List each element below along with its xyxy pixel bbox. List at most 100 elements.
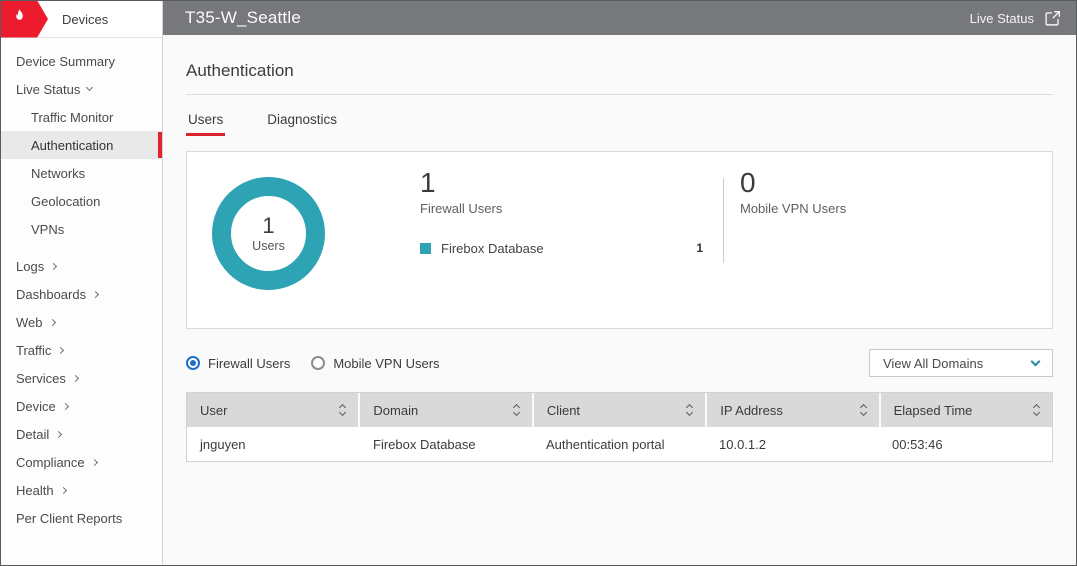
- sidebar-item-dashboards[interactable]: Dashboards: [1, 280, 162, 308]
- sidebar-item-label: Geolocation: [31, 194, 100, 209]
- column-header-domain[interactable]: Domain: [360, 393, 533, 427]
- sort-icon[interactable]: [1034, 405, 1039, 415]
- sidebar-item-traffic[interactable]: Traffic: [1, 336, 162, 364]
- mobile-vpn-users-summary: 0 Mobile VPN Users: [740, 168, 846, 216]
- devices-breadcrumb[interactable]: Devices: [62, 12, 108, 27]
- donut-total-label: Users: [252, 239, 285, 253]
- chevron-right-icon: [72, 374, 79, 381]
- sidebar-item-label: Web: [16, 315, 43, 330]
- cell-user: jnguyen: [187, 437, 360, 452]
- sidebar-item-logs[interactable]: Logs: [1, 252, 162, 280]
- sidebar-item-label: Networks: [31, 166, 85, 181]
- sort-icon[interactable]: [861, 405, 866, 415]
- chevron-right-icon: [48, 318, 55, 325]
- cell-client: Authentication portal: [533, 437, 706, 452]
- sidebar-item-web[interactable]: Web: [1, 308, 162, 336]
- page-title: Authentication: [186, 61, 1053, 95]
- sidebar: Devices Device Summary Live Status Traff…: [1, 1, 163, 565]
- sort-icon[interactable]: [514, 405, 519, 415]
- sidebar-item-label: Traffic: [16, 343, 51, 358]
- radio-firewall-users[interactable]: Firewall Users: [186, 356, 290, 371]
- table-row[interactable]: jnguyen Firebox Database Authentication …: [187, 427, 1052, 461]
- donut-total-count: 1: [262, 214, 274, 238]
- column-header-user[interactable]: User: [187, 393, 360, 427]
- sidebar-item-label: Detail: [16, 427, 49, 442]
- firewall-users-summary: 1 Firewall Users Firebox Database 1: [420, 168, 703, 256]
- view-all-domains-select[interactable]: View All Domains: [869, 349, 1053, 377]
- column-header-label: Client: [547, 403, 580, 418]
- chevron-right-icon: [62, 402, 69, 409]
- sidebar-item-label: VPNs: [31, 222, 64, 237]
- radio-label: Firewall Users: [208, 356, 290, 371]
- sidebar-item-compliance[interactable]: Compliance: [1, 448, 162, 476]
- sidebar-item-label: Live Status: [16, 82, 80, 97]
- sidebar-item-health[interactable]: Health: [1, 476, 162, 504]
- chevron-down-icon: [1031, 356, 1041, 366]
- legend-value: 1: [696, 241, 703, 255]
- legend-item-firebox-database: Firebox Database 1: [420, 241, 703, 256]
- tab-users[interactable]: Users: [186, 112, 225, 136]
- sidebar-item-label: Authentication: [31, 138, 113, 153]
- firewall-users-count: 1: [420, 168, 703, 199]
- users-summary-card: 1 Users 1 Firewall Users Firebox Databas…: [186, 151, 1053, 329]
- cell-elapsed-time: 00:53:46: [879, 437, 1052, 452]
- column-header-label: IP Address: [720, 403, 783, 418]
- main-content: Authentication Users Diagnostics 1 Users…: [163, 35, 1076, 565]
- sidebar-item-device-summary[interactable]: Device Summary: [1, 47, 162, 75]
- legend-swatch-icon: [420, 243, 431, 254]
- device-header-bar: T35-W_Seattle Live Status: [163, 1, 1076, 35]
- sidebar-item-label: Device Summary: [16, 54, 115, 69]
- column-header-client[interactable]: Client: [534, 393, 707, 427]
- tab-diagnostics[interactable]: Diagnostics: [265, 112, 339, 136]
- column-header-ip-address[interactable]: IP Address: [707, 393, 880, 427]
- chevron-right-icon: [50, 262, 57, 269]
- radio-mobile-vpn-users[interactable]: Mobile VPN Users: [311, 356, 439, 371]
- mobile-vpn-users-count: 0: [740, 168, 846, 199]
- chevron-right-icon: [55, 430, 62, 437]
- firewall-users-label: Firewall Users: [420, 201, 703, 216]
- sidebar-item-traffic-monitor[interactable]: Traffic Monitor: [1, 103, 162, 131]
- live-status-label: Live Status: [970, 11, 1034, 26]
- sidebar-item-label: Services: [16, 371, 66, 386]
- column-header-elapsed-time[interactable]: Elapsed Time: [881, 393, 1052, 427]
- sort-icon[interactable]: [340, 405, 345, 415]
- filters-row: Firewall Users Mobile VPN Users View All…: [186, 349, 1053, 377]
- legend-label: Firebox Database: [441, 241, 544, 256]
- chevron-right-icon: [60, 486, 67, 493]
- column-header-label: Domain: [373, 403, 418, 418]
- sidebar-item-device[interactable]: Device: [1, 392, 162, 420]
- sidebar-brand-strip: Devices: [1, 1, 162, 38]
- cell-ip-address: 10.0.1.2: [706, 437, 879, 452]
- sidebar-item-label: Per Client Reports: [16, 511, 122, 526]
- domain-select-value: View All Domains: [883, 356, 983, 371]
- sidebar-item-detail[interactable]: Detail: [1, 420, 162, 448]
- mobile-vpn-users-label: Mobile VPN Users: [740, 201, 846, 216]
- authenticated-users-table: User Domain Client IP Address Elapsed Ti…: [186, 392, 1053, 462]
- watchguard-logo: [1, 1, 48, 38]
- sidebar-item-label: Dashboards: [16, 287, 86, 302]
- column-header-label: User: [200, 403, 227, 418]
- sidebar-item-services[interactable]: Services: [1, 364, 162, 392]
- sort-icon[interactable]: [687, 405, 692, 415]
- sidebar-item-networks[interactable]: Networks: [1, 159, 162, 187]
- sidebar-item-label: Logs: [16, 259, 44, 274]
- chevron-right-icon: [91, 458, 98, 465]
- sidebar-item-vpns[interactable]: VPNs: [1, 215, 162, 243]
- users-donut-chart: 1 Users: [212, 177, 325, 290]
- column-header-label: Elapsed Time: [894, 403, 973, 418]
- sidebar-item-label: Compliance: [16, 455, 85, 470]
- flame-icon: [11, 8, 28, 30]
- sidebar-item-label: Health: [16, 483, 54, 498]
- radio-unselected-icon[interactable]: [311, 356, 325, 370]
- live-status-link[interactable]: Live Status: [970, 10, 1061, 27]
- sidebar-item-geolocation[interactable]: Geolocation: [1, 187, 162, 215]
- table-header-row: User Domain Client IP Address Elapsed Ti…: [187, 393, 1052, 427]
- sidebar-item-live-status[interactable]: Live Status: [1, 75, 162, 103]
- sidebar-item-authentication[interactable]: Authentication: [1, 131, 162, 159]
- user-type-radio-group: Firewall Users Mobile VPN Users: [186, 356, 440, 371]
- chevron-down-icon: [86, 84, 93, 91]
- radio-selected-icon[interactable]: [186, 356, 200, 370]
- sidebar-item-label: Traffic Monitor: [31, 110, 113, 125]
- sidebar-item-per-client-reports[interactable]: Per Client Reports: [1, 504, 162, 532]
- app-window: Devices Device Summary Live Status Traff…: [0, 0, 1077, 566]
